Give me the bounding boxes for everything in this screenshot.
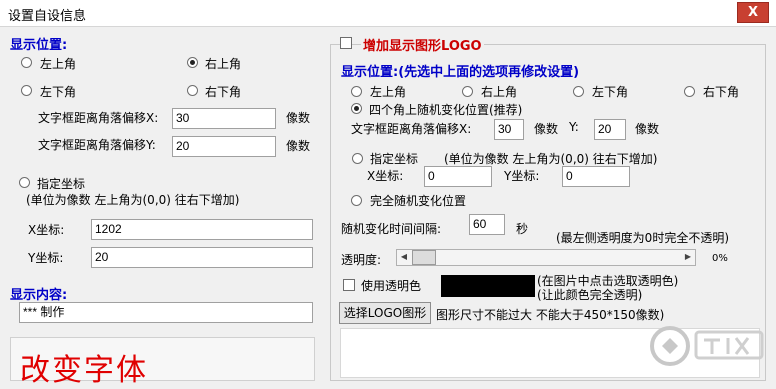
left-x-label: X坐标: <box>28 223 65 237</box>
left-radio-top-right[interactable] <box>187 57 198 68</box>
left-label-top-right: 右上角 <box>205 57 242 71</box>
slider-left-arrow-icon[interactable]: ◀ <box>398 250 410 264</box>
site-watermark-logo <box>648 320 768 378</box>
left-custom-hint: (单位为像数 左上角为(0,0) 往右下增加) <box>26 193 240 207</box>
left-offset-y-unit: 像数 <box>286 139 311 153</box>
transparency-note: (最左侧透明度为0时完全不透明) <box>556 231 729 245</box>
interval-input[interactable]: 60 <box>469 214 505 235</box>
left-y-label: Y坐标: <box>28 251 64 265</box>
choose-logo-button[interactable]: 选择LOGO图形 <box>339 302 431 324</box>
slider-right-arrow-icon[interactable]: ▶ <box>682 250 694 264</box>
transparent-color-checkbox[interactable] <box>343 279 355 291</box>
right-position-header: 显示位置:(先选中上面的选项再修改设置) <box>341 65 580 80</box>
left-offset-x-input[interactable]: 30 <box>172 108 276 129</box>
left-offset-x-label: 文字框距离角落偏移X: <box>38 111 159 125</box>
right-custom-hint: (单位为像数 左上角为(0,0) 往右下增加) <box>444 152 658 166</box>
right-radio-random-corner[interactable] <box>351 103 362 114</box>
right-offset-x-label: 文字框距离角落偏移X: <box>351 122 472 136</box>
left-y-input[interactable]: 20 <box>91 247 313 268</box>
content-input[interactable]: *** 制作 <box>19 302 313 323</box>
color-hint-2: (让此颜色完全透明) <box>537 288 643 302</box>
logo-checkbox[interactable] <box>340 37 352 49</box>
right-label-bottom-right: 右下角 <box>703 85 740 99</box>
left-label-bottom-right: 右下角 <box>205 85 242 99</box>
content-header: 显示内容: <box>10 288 68 303</box>
title-bar <box>0 0 776 27</box>
transparency-slider[interactable] <box>396 249 696 266</box>
right-radio-bottom-right[interactable] <box>684 86 695 97</box>
transparency-slider-thumb[interactable] <box>412 250 436 265</box>
left-offset-y-input[interactable]: 20 <box>172 136 276 157</box>
close-icon: X <box>747 5 759 20</box>
right-full-random-label: 完全随机变化位置 <box>370 194 467 208</box>
right-radio-custom[interactable] <box>352 153 363 164</box>
interval-unit: 秒 <box>516 222 529 236</box>
right-label-bottom-left: 左下角 <box>592 85 629 99</box>
right-radio-bottom-left[interactable] <box>573 86 584 97</box>
transparency-label: 透明度: <box>341 253 382 267</box>
left-label-top-left: 左上角 <box>40 57 77 71</box>
left-radio-bottom-left[interactable] <box>21 85 32 96</box>
left-position-header: 显示位置: <box>10 38 68 53</box>
right-radio-top-right[interactable] <box>462 86 473 97</box>
left-x-input[interactable]: 1202 <box>91 219 313 240</box>
right-x-coord-input[interactable]: 0 <box>424 166 492 187</box>
right-radio-full-random[interactable] <box>351 195 362 206</box>
logo-checkbox-label: 增加显示图形LOGO <box>361 35 484 54</box>
right-label-top-left: 左上角 <box>370 85 407 99</box>
right-label-top-right: 右上角 <box>481 85 518 99</box>
left-radio-bottom-right[interactable] <box>187 85 198 96</box>
font-preview-text: 改变字体 <box>20 353 148 388</box>
right-radio-top-left[interactable] <box>351 86 362 97</box>
close-button[interactable]: X <box>737 2 769 23</box>
left-offset-x-unit: 像数 <box>286 111 311 125</box>
right-offset-x-unit: 像数 <box>534 122 559 136</box>
right-custom-label: 指定坐标 <box>370 152 419 166</box>
left-label-bottom-left: 左下角 <box>40 85 77 99</box>
window-title: 设置自设信息 <box>8 9 87 24</box>
left-radio-custom[interactable] <box>19 177 30 188</box>
transparency-value: 0% <box>712 253 728 264</box>
right-random-corner-label: 四个角上随机变化位置(推荐) <box>369 103 523 117</box>
transparent-color-label: 使用透明色 <box>361 279 422 293</box>
logo-size-hint: 图形尺寸不能过大 不能大于450*150像数) <box>436 308 665 322</box>
left-offset-y-label: 文字框距离角落偏移Y: <box>38 138 156 152</box>
left-custom-label: 指定坐标 <box>37 177 86 191</box>
right-offset-y-label: Y: <box>569 120 579 134</box>
left-radio-top-left[interactable] <box>21 57 32 68</box>
right-offset-y-unit: 像数 <box>635 122 660 136</box>
right-y-coord-input[interactable]: 0 <box>562 166 630 187</box>
right-x-coord-label: X坐标: <box>367 169 404 183</box>
interval-label: 随机变化时间间隔: <box>341 222 442 236</box>
right-offset-x-input[interactable]: 30 <box>494 119 524 140</box>
right-offset-y-input[interactable]: 20 <box>594 119 626 140</box>
right-y-coord-label: Y坐标: <box>504 169 540 183</box>
transparent-color-swatch[interactable] <box>441 275 535 297</box>
